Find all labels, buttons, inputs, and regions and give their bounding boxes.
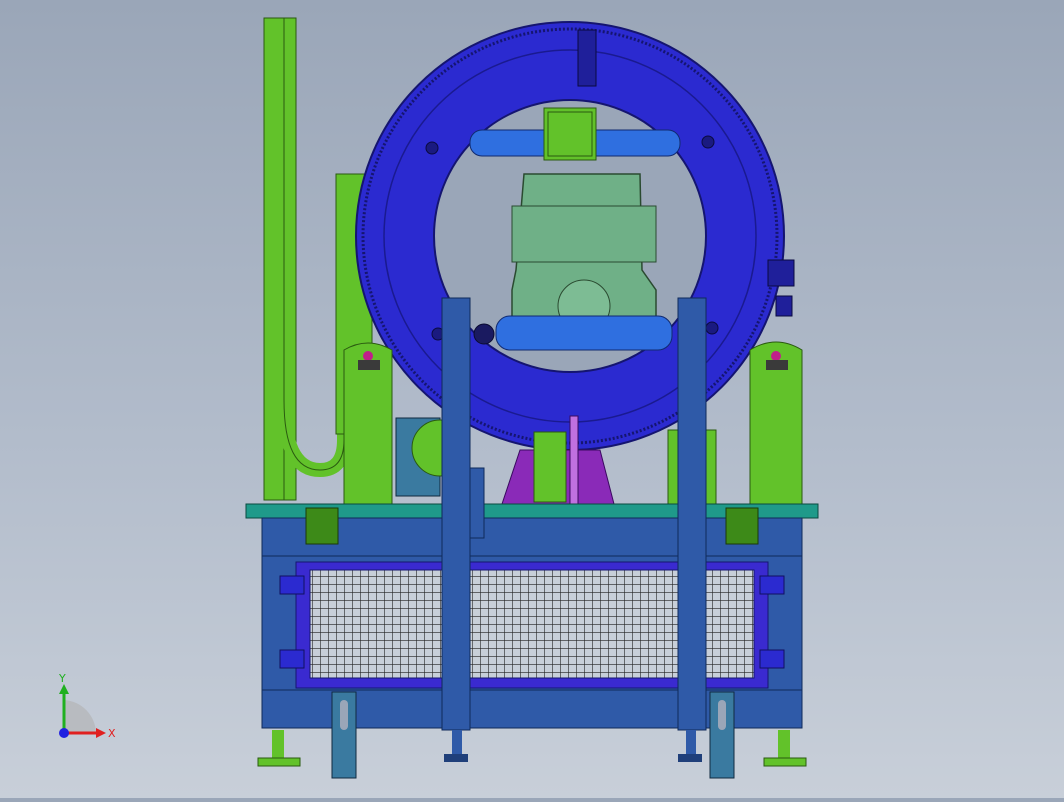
right-outrigger-leg[interactable] [709,691,735,779]
left-bracket-block[interactable] [305,507,339,545]
right-lift-column[interactable] [677,297,707,762]
left-vertical-pipe[interactable] [263,17,351,501]
cad-viewport[interactable] [0,0,1064,798]
z-axis-icon [59,728,69,738]
lower-roller-pipe[interactable] [495,315,673,351]
right-bracket-block[interactable] [725,507,759,545]
x-axis-label: X [108,727,116,740]
right-leveling-foot[interactable] [763,730,807,767]
sprocket-gear[interactable] [473,323,495,345]
left-outrigger-leg[interactable] [331,691,357,779]
machine-assembly-model[interactable] [0,0,1064,798]
gearbox-housing[interactable] [511,173,657,333]
y-axis-label: Y [58,672,66,685]
coordinate-triad: Y X [40,670,130,750]
left-support-column[interactable] [343,342,393,505]
triad-plane-icon [64,700,96,733]
left-leveling-foot[interactable] [257,730,301,767]
frame-upper-beam[interactable] [261,517,803,559]
right-support-column[interactable] [749,341,803,505]
